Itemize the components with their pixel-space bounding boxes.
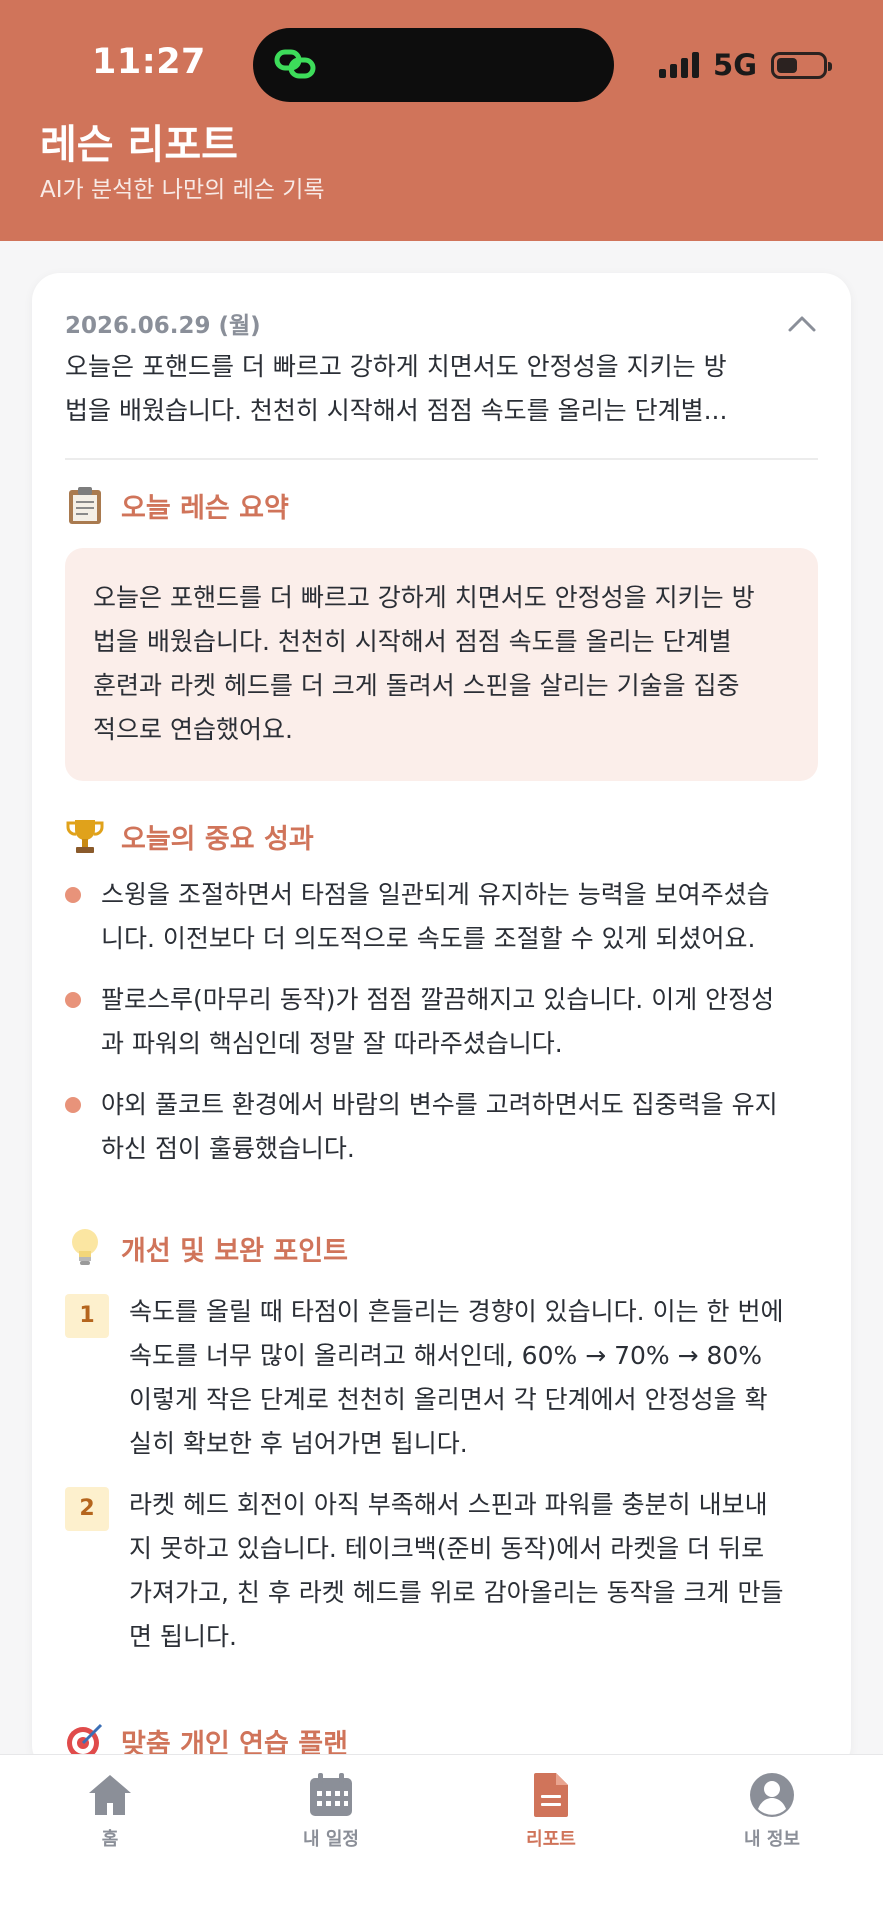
- nav-item-profile[interactable]: 내 정보: [702, 1771, 842, 1851]
- home-icon: [89, 1775, 131, 1815]
- status-time: 11:27: [92, 42, 206, 82]
- summary-line: 오늘은 포핸드를 더 빠르고 강하게 치면서도 안정성을 지키는 방: [93, 583, 755, 612]
- report-date: 2026.06.29 (월): [65, 313, 261, 339]
- nav-item-schedule[interactable]: 내 일정: [261, 1771, 401, 1851]
- section-title: 오늘 레슨 요약: [121, 492, 289, 524]
- item-line: 과 파워의 핵심인데 정말 잘 따라주셨습니다.: [101, 1029, 563, 1058]
- preview-line: 오늘은 포핸드를 더 빠르고 강하게 치면서도 안정성을 지키는 방: [65, 352, 727, 381]
- item-line: 스윙을 조절하면서 타점을 일관되게 유지하는 능력을 보여주셨습: [101, 880, 770, 909]
- bullet-dot: [65, 992, 81, 1008]
- improvements-list: 1 속도를 올릴 때 타점이 흔들리는 경향이 있습니다. 이는 한 번에 속도…: [65, 1290, 825, 1676]
- lightbulb-icon: [65, 1228, 105, 1268]
- divider: [65, 458, 818, 460]
- item-line: 니다. 이전보다 더 의도적으로 속도를 조절할 수 있게 되셨어요.: [101, 924, 756, 953]
- report-card: 2026.06.29 (월) 오늘은 포핸드를 더 빠르고 강하게 치면서도 안…: [32, 273, 851, 1773]
- profile-icon: [750, 1773, 794, 1817]
- nav-label: 내 일정: [303, 1829, 359, 1850]
- list-item: 2 라켓 헤드 회전이 아직 부족해서 스핀과 파워를 충분히 내보내 지 못하…: [65, 1483, 825, 1659]
- achievements-list: 스윙을 조절하면서 타점을 일관되게 유지하는 능력을 보여주셨습니다. 이전보…: [65, 873, 825, 1188]
- calendar-icon: [310, 1773, 352, 1816]
- bottom-nav: 홈 내 일정 리포트 내 정보: [0, 1754, 883, 1920]
- item-line: 실히 확보한 후 넘어가면 됩니다.: [129, 1429, 468, 1458]
- improvements-heading: 개선 및 보완 포인트: [65, 1228, 348, 1268]
- section-title: 개선 및 보완 포인트: [121, 1235, 348, 1267]
- bullet-dot: [65, 887, 81, 903]
- chevron-up-icon[interactable]: [787, 313, 817, 333]
- summary-box: 오늘은 포핸드를 더 빠르고 강하게 치면서도 안정성을 지키는 방 법을 배웠…: [65, 548, 818, 781]
- section-title: 오늘의 중요 성과: [121, 823, 314, 855]
- item-line: 야외 풀코트 환경에서 바람의 변수를 고려하면서도 집중력을 유지: [101, 1090, 778, 1119]
- clipboard-icon: [65, 485, 105, 525]
- list-item: 팔로스루(마무리 동작)가 점점 깔끔해지고 있습니다. 이게 안정성과 파워의…: [65, 978, 825, 1066]
- summary-line: 훈련과 라켓 헤드를 더 크게 돌려서 스핀을 살리는 기술을 집중: [93, 671, 740, 700]
- number-badge: 1: [65, 1294, 109, 1338]
- status-indicators: 5G: [659, 48, 832, 82]
- item-line: 라켓 헤드 회전이 아직 부족해서 스핀과 파워를 충분히 내보내: [129, 1490, 768, 1519]
- nav-item-report[interactable]: 리포트: [481, 1771, 621, 1851]
- item-line: 가져가고, 친 후 라켓 헤드를 위로 감아올리는 동작을 크게 만들: [129, 1578, 784, 1607]
- nav-item-home[interactable]: 홈: [40, 1771, 180, 1851]
- list-item: 1 속도를 올릴 때 타점이 흔들리는 경향이 있습니다. 이는 한 번에 속도…: [65, 1290, 825, 1466]
- item-line: 속도를 올릴 때 타점이 흔들리는 경향이 있습니다. 이는 한 번에: [129, 1297, 784, 1326]
- item-line: 이렇게 작은 단계로 천천히 올리면서 각 단계에서 안정성을 확: [129, 1385, 768, 1414]
- page-subtitle: AI가 분석한 나만의 레슨 기록: [40, 177, 325, 203]
- battery-icon: [771, 51, 832, 79]
- item-line: 팔로스루(마무리 동작)가 점점 깔끔해지고 있습니다. 이게 안정성: [101, 985, 775, 1014]
- list-item: 야외 풀코트 환경에서 바람의 변수를 고려하면서도 집중력을 유지하신 점이 …: [65, 1083, 825, 1171]
- summary-line: 적으로 연습했어요.: [93, 715, 293, 744]
- list-item: 스윙을 조절하면서 타점을 일관되게 유지하는 능력을 보여주셨습니다. 이전보…: [65, 873, 825, 961]
- network-label: 5G: [713, 48, 757, 82]
- nav-label: 홈: [101, 1829, 119, 1850]
- report-preview[interactable]: 오늘은 포핸드를 더 빠르고 강하게 치면서도 안정성을 지키는 방 법을 배웠…: [65, 345, 785, 433]
- dynamic-island: [253, 28, 614, 102]
- page-title: 레슨 리포트: [40, 122, 238, 168]
- signal-icon: [659, 52, 700, 78]
- preview-line: 법을 배웠습니다. 천천히 시작해서 점점 속도를 올리는 단계별...: [65, 396, 728, 425]
- item-line: 면 됩니다.: [129, 1622, 237, 1651]
- summary-line: 법을 배웠습니다. 천천히 시작해서 점점 속도를 올리는 단계별: [93, 627, 732, 656]
- header: 11:27 5G 레슨 리포트 AI가 분석한 나만의 레슨 기록: [0, 0, 883, 241]
- summary-heading: 오늘 레슨 요약: [65, 485, 289, 525]
- trophy-icon: [65, 816, 105, 856]
- document-icon: [534, 1773, 568, 1817]
- item-line: 하신 점이 훌륭했습니다.: [101, 1134, 355, 1163]
- item-line: 속도를 너무 많이 올리려고 해서인데, 60% → 70% → 80%: [129, 1341, 763, 1370]
- nav-label: 리포트: [526, 1829, 576, 1850]
- link-icon: [274, 49, 316, 79]
- achievements-heading: 오늘의 중요 성과: [65, 816, 314, 856]
- bullet-dot: [65, 1097, 81, 1113]
- number-badge: 2: [65, 1487, 109, 1531]
- nav-label: 내 정보: [744, 1829, 800, 1850]
- item-line: 지 못하고 있습니다. 테이크백(준비 동작)에서 라켓을 더 뒤로: [129, 1534, 765, 1563]
